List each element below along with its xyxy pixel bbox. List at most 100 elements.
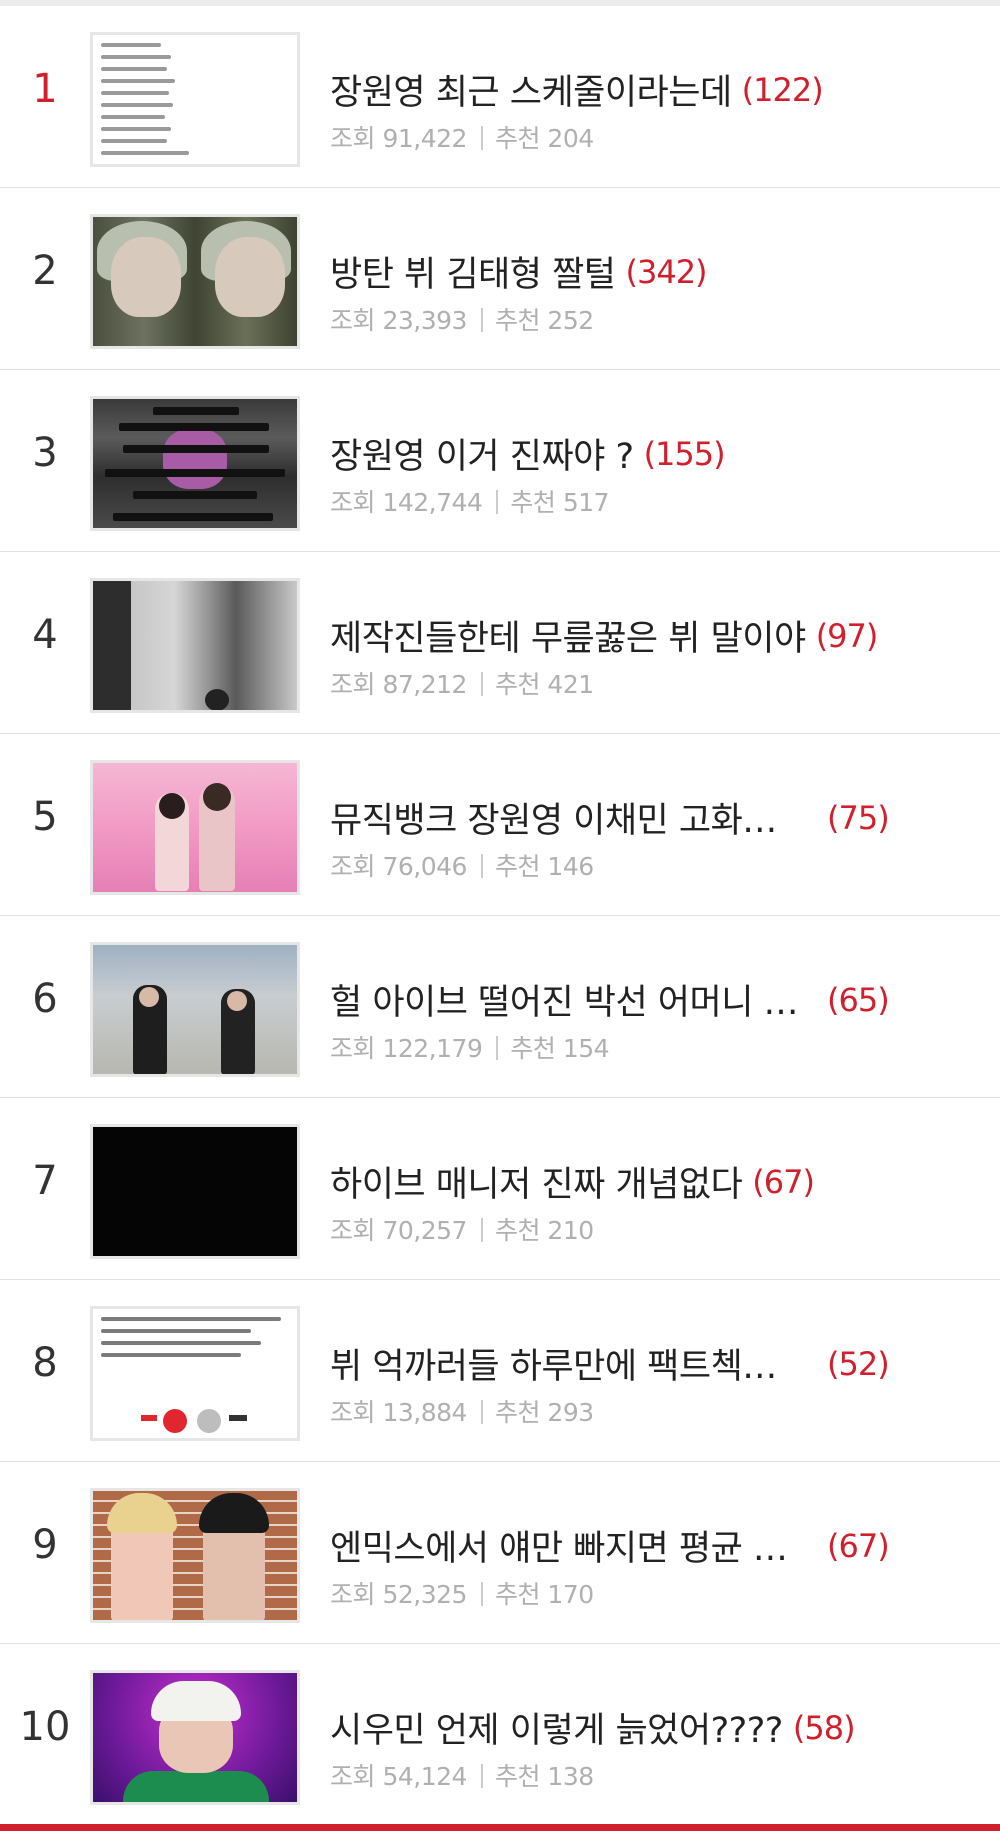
rank-number: 5: [32, 794, 58, 840]
post-meta: 조회 13,884 추천 293: [330, 1393, 594, 1427]
rank-number: 6: [32, 976, 58, 1022]
list-item[interactable]: 9 엔믹스에서 얘만 빠지면 평균 비… (67) 조회 52,325 추천 170: [0, 1462, 1000, 1644]
rank-number: 7: [32, 1158, 58, 1204]
views-count: 91,422: [382, 124, 467, 153]
post-thumbnail[interactable]: [90, 32, 300, 167]
list-item[interactable]: 3 장원영 이거 진짜야 ? (155) 조회 142,744 추천 517: [0, 370, 1000, 552]
rank-number: 9: [32, 1522, 58, 1568]
rank-number: 4: [32, 612, 58, 658]
post-meta: 조회 70,257 추천 210: [330, 1211, 594, 1245]
comment-count: (52): [827, 1344, 890, 1383]
post-title[interactable]: 제작진들한테 무릎꿇은 뷔 말이야: [330, 610, 806, 661]
list-item[interactable]: 1 장원영 최근 스케줄이라는데 (122) 조회 91,422 추천 204: [0, 6, 1000, 188]
recommend-count: 146: [547, 852, 594, 881]
recommend-count: 293: [547, 1398, 594, 1427]
views-count: 23,393: [382, 306, 467, 335]
post-title[interactable]: 엔믹스에서 얘만 빠지면 평균 비…: [330, 1520, 805, 1571]
post-thumbnail[interactable]: [90, 760, 300, 895]
list-item[interactable]: 4 제작진들한테 무릎꿇은 뷔 말이야 (97) 조회 87,212 추천 421: [0, 552, 1000, 734]
comment-count: (155): [643, 434, 726, 473]
post-title[interactable]: 장원영 이거 진짜야 ?: [330, 428, 634, 479]
views-label: 조회: [330, 1762, 376, 1791]
rank-number: 10: [19, 1704, 71, 1750]
views-label: 조회: [330, 1216, 376, 1245]
post-thumbnail[interactable]: [90, 1306, 300, 1441]
views-count: 76,046: [382, 852, 467, 881]
post-title[interactable]: 방탄 뷔 김태형 짤털: [330, 246, 616, 297]
post-meta: 조회 76,046 추천 146: [330, 847, 594, 881]
views-label: 조회: [330, 1580, 376, 1609]
meta-divider: [480, 1400, 483, 1424]
meta-divider: [480, 1764, 483, 1788]
post-thumbnail[interactable]: [90, 1124, 300, 1259]
recommend-label: 추천: [494, 1216, 541, 1245]
post-thumbnail[interactable]: [90, 396, 300, 531]
comment-count: (97): [815, 616, 879, 655]
post-meta: 조회 52,325 추천 170: [330, 1575, 594, 1609]
post-thumbnail[interactable]: [90, 214, 300, 349]
rank-number: 1: [32, 66, 58, 112]
comment-count: (65): [827, 980, 890, 1019]
post-thumbnail[interactable]: [90, 1488, 300, 1623]
post-title[interactable]: 하이브 매니저 진짜 개념없다: [330, 1156, 743, 1207]
post-title[interactable]: 뷔 억까러들 하루만에 팩트첵크 …: [330, 1338, 805, 1389]
views-count: 142,744: [382, 488, 483, 517]
comment-count: (67): [827, 1526, 890, 1565]
views-count: 54,124: [382, 1762, 467, 1791]
recommend-label: 추천: [494, 1398, 541, 1427]
rank-number: 8: [32, 1340, 58, 1386]
post-title[interactable]: 시우민 언제 이렇게 늙었어????: [330, 1702, 783, 1753]
recommend-label: 추천: [510, 488, 556, 517]
post-meta: 조회 91,422 추천 204: [330, 119, 594, 153]
comment-count: (342): [625, 252, 707, 291]
views-label: 조회: [330, 306, 376, 335]
recommend-label: 추천: [494, 306, 541, 335]
comment-count: (122): [741, 70, 824, 109]
list-item[interactable]: 6 헐 아이브 떨어진 박선 어머니 댓… (65) 조회 122,179 추천 1…: [0, 916, 1000, 1098]
list-item[interactable]: 7 하이브 매니저 진짜 개념없다 (67) 조회 70,257 추천 210: [0, 1098, 1000, 1280]
meta-divider: [480, 1582, 483, 1606]
views-count: 87,212: [382, 670, 467, 699]
views-label: 조회: [330, 852, 376, 881]
views-label: 조회: [330, 488, 376, 517]
post-title[interactable]: 장원영 최근 스케줄이라는데: [330, 64, 732, 115]
post-title[interactable]: 뮤직뱅크 장원영 이채민 고화질 …: [330, 792, 805, 843]
post-meta: 조회 23,393 추천 252: [330, 301, 594, 335]
bottom-accent-bar: [0, 1824, 1000, 1831]
ranking-list: 1 장원영 최근 스케줄이라는데(122) 조회 91,422 추천 204: [0, 6, 1000, 1826]
recommend-label: 추천: [494, 124, 541, 153]
meta-divider: [480, 672, 483, 696]
list-item[interactable]: 8 뷔 억까러들 하루만에 팩트첵크 … (52) 조회 13,884 추천 293: [0, 1280, 1000, 1462]
recommend-count: 210: [547, 1216, 594, 1245]
views-label: 조회: [330, 1398, 376, 1427]
post-thumbnail[interactable]: [90, 1670, 300, 1805]
recommend-label: 추천: [494, 1580, 541, 1609]
rank-number: 3: [32, 430, 58, 476]
post-meta: 조회 87,212 추천 421: [330, 665, 594, 699]
recommend-label: 추천: [494, 852, 541, 881]
recommend-count: 138: [547, 1762, 594, 1791]
meta-divider: [496, 490, 499, 514]
recommend-count: 204: [547, 124, 594, 153]
post-meta: 조회 54,124 추천 138: [330, 1757, 594, 1791]
post-title[interactable]: 헐 아이브 떨어진 박선 어머니 댓…: [330, 974, 805, 1025]
views-count: 52,325: [382, 1580, 467, 1609]
list-item[interactable]: 2 방탄 뷔 김태형 짤털 (342) 조회 23,393 추천 252: [0, 188, 1000, 370]
views-label: 조회: [330, 670, 376, 699]
post-thumbnail[interactable]: [90, 942, 300, 1077]
views-count: 13,884: [382, 1398, 467, 1427]
recommend-count: 421: [547, 670, 594, 699]
post-thumbnail[interactable]: [90, 578, 300, 713]
meta-divider: [480, 854, 483, 878]
views-count: 122,179: [382, 1034, 483, 1063]
list-item[interactable]: 10 시우민 언제 이렇게 늙었어???? (58) 조회 54,124 추천 13…: [0, 1644, 1000, 1826]
meta-divider: [480, 1218, 483, 1242]
recommend-count: 517: [562, 488, 610, 517]
meta-divider: [496, 1036, 499, 1060]
meta-divider: [480, 308, 483, 332]
recommend-label: 추천: [510, 1034, 556, 1063]
recommend-count: 170: [547, 1580, 594, 1609]
post-meta: 조회 142,744 추천 517: [330, 483, 610, 517]
recommend-label: 추천: [494, 670, 541, 699]
list-item[interactable]: 5 뮤직뱅크 장원영 이채민 고화질 … (75) 조회 76,046 추천 146: [0, 734, 1000, 916]
